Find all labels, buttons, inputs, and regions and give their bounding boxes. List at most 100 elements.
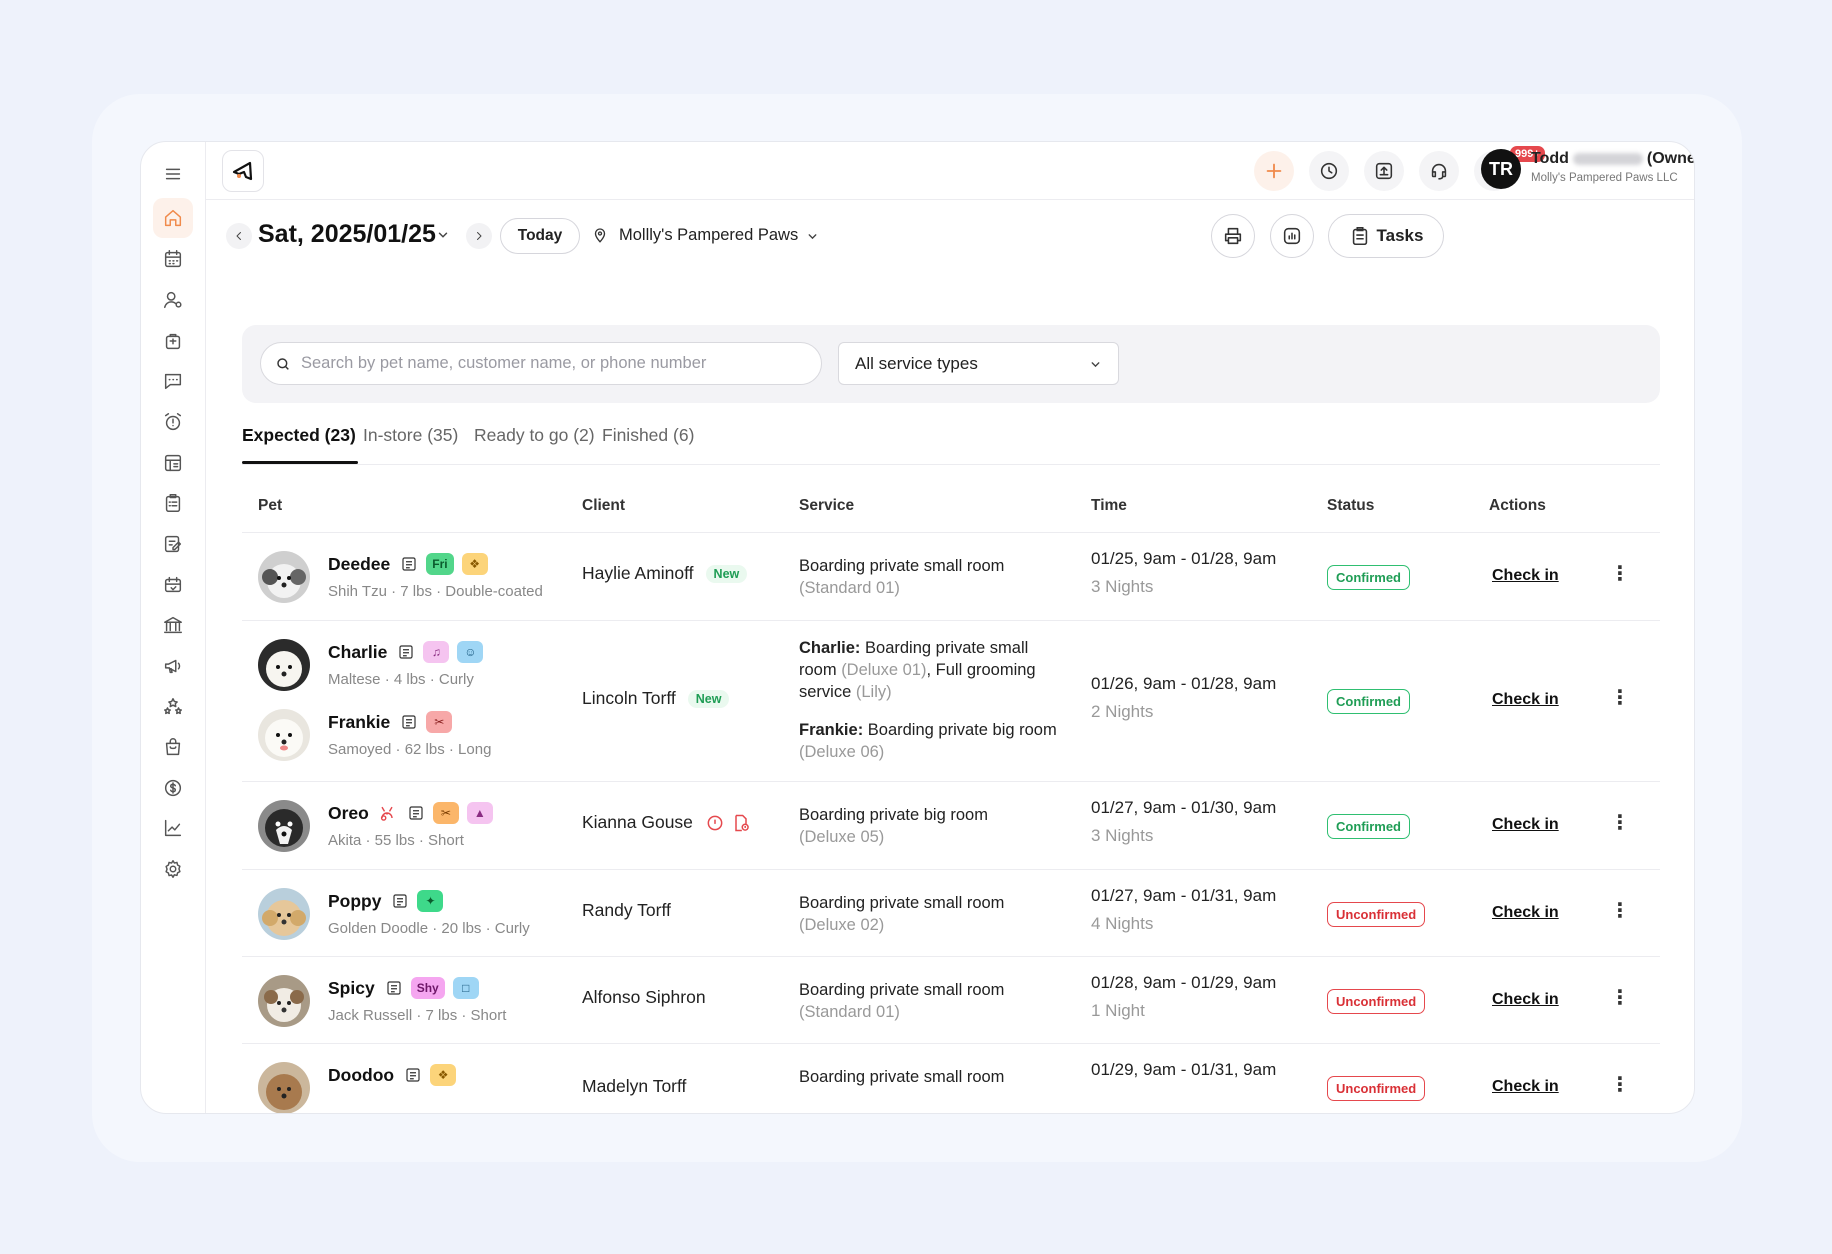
stats-button[interactable] — [1270, 214, 1314, 258]
table-row[interactable]: Doodoo ❖ Madelyn Torff Boarding private … — [242, 1044, 1660, 1113]
more-actions-icon[interactable]: ⋮ — [1610, 985, 1630, 1010]
more-actions-icon[interactable]: ⋮ — [1610, 898, 1630, 923]
sidebar-item-reminders[interactable] — [153, 402, 193, 442]
tab-ready-to-go[interactable]: Ready to go (2) — [474, 425, 595, 446]
client-name[interactable]: Kianna Gouse — [582, 812, 693, 833]
message-icon — [164, 373, 182, 390]
user-avatar[interactable]: TR — [1481, 149, 1521, 189]
more-actions-icon[interactable]: ⋮ — [1610, 1072, 1630, 1097]
sidebar-item-marketing[interactable] — [153, 646, 193, 686]
note-icon[interactable] — [400, 713, 418, 731]
note-icon[interactable] — [407, 804, 425, 822]
service-cell: Boarding private small room (Standard 01… — [799, 555, 1069, 599]
check-in-link[interactable]: Check in — [1492, 691, 1559, 709]
location-name: Mollly's Pampered Paws — [619, 225, 799, 244]
pet-name[interactable]: Doodoo ❖ — [328, 1064, 457, 1086]
pet-name[interactable]: Deedee Fri ❖ — [328, 553, 488, 575]
current-date[interactable]: Sat, 2025/01/25 — [258, 220, 436, 249]
active-tab-indicator — [242, 461, 358, 464]
print-button[interactable] — [1211, 214, 1255, 258]
pet-name[interactable]: Spicy Shy □ — [328, 977, 479, 999]
sidebar — [141, 142, 206, 1113]
tab-in-store[interactable]: In-store (35) — [363, 425, 458, 446]
check-in-link[interactable]: Check in — [1492, 816, 1559, 834]
sidebar-item-schedule[interactable] — [153, 565, 193, 605]
check-in-link[interactable]: Check in — [1492, 991, 1559, 1009]
client-name[interactable]: Madelyn Torff — [582, 1076, 686, 1097]
tasks-button[interactable]: Tasks — [1328, 214, 1444, 258]
more-actions-icon[interactable]: ⋮ — [1610, 561, 1630, 586]
sidebar-item-checklist[interactable] — [153, 483, 193, 523]
check-in-link[interactable]: Check in — [1492, 1078, 1559, 1096]
more-actions-icon[interactable]: ⋮ — [1610, 810, 1630, 835]
pet-info: Samoyed · 62 lbs · Long — [328, 741, 492, 758]
check-in-link[interactable]: Check in — [1492, 904, 1559, 922]
pet-tag: ♫ — [423, 641, 450, 663]
client-cell: Lincoln Torff New — [582, 688, 730, 709]
client-name[interactable]: Lincoln Torff — [582, 688, 676, 709]
support-button[interactable] — [1419, 151, 1459, 191]
note-icon[interactable] — [400, 555, 418, 573]
pet-name[interactable]: Poppy ✦ — [328, 890, 444, 912]
pet-info: Maltese · 4 lbs · Curly — [328, 671, 474, 688]
sidebar-item-retail[interactable] — [153, 727, 193, 767]
sidebar-item-reports[interactable] — [153, 808, 193, 848]
note-icon[interactable] — [404, 1066, 422, 1084]
client-name[interactable]: Haylie Aminoff — [582, 563, 694, 584]
time-cell: 01/28, 9am - 01/29, 9am 1 Night — [1091, 969, 1276, 1025]
schedule-icon — [164, 576, 182, 593]
time-range: 01/28, 9am - 01/29, 9am — [1091, 973, 1277, 992]
table-row[interactable]: Oreo ✂ ▲ Akita · 55 lbs · Short Kianna G… — [242, 782, 1660, 870]
sidebar-item-bank[interactable] — [153, 605, 193, 645]
date-dropdown-chevron-icon[interactable] — [436, 228, 450, 247]
client-name[interactable]: Alfonso Siphron — [582, 987, 706, 1008]
pet-name[interactable]: Frankie ✂ — [328, 711, 453, 733]
table-row[interactable]: Charlie ♫ ☺ Maltese · 4 lbs · Curly Fran… — [242, 621, 1660, 782]
table-row[interactable]: Poppy ✦ Golden Doodle · 20 lbs · Curly R… — [242, 870, 1660, 957]
service-cell: Boarding private small room (Deluxe 02) — [799, 892, 1069, 936]
app-logo[interactable] — [222, 150, 264, 192]
sidebar-item-home[interactable] — [153, 198, 193, 238]
search-input[interactable] — [301, 354, 781, 373]
edit-form-icon — [164, 535, 182, 553]
warning-circle-icon[interactable] — [705, 813, 725, 833]
service-name: Boarding private small room — [799, 981, 1005, 999]
menu-icon[interactable] — [153, 154, 193, 194]
table-row[interactable]: Spicy Shy □ Jack Russell · 7 lbs · Short… — [242, 957, 1660, 1044]
sidebar-item-bag[interactable] — [153, 321, 193, 361]
note-icon[interactable] — [385, 979, 403, 997]
sidebar-item-clients[interactable] — [153, 280, 193, 320]
more-actions-icon[interactable]: ⋮ — [1610, 685, 1630, 710]
upload-button[interactable] — [1364, 151, 1404, 191]
check-in-link[interactable]: Check in — [1492, 567, 1559, 585]
pet-name[interactable]: Oreo ✂ ▲ — [328, 802, 493, 824]
tab-finished[interactable]: Finished (6) — [602, 425, 694, 446]
note-icon[interactable] — [397, 643, 415, 661]
pet-name[interactable]: Charlie ♫ ☺ — [328, 641, 484, 663]
pet-tag: ✂ — [426, 711, 453, 733]
filter-bar: All service types — [242, 325, 1660, 403]
sidebar-item-store[interactable] — [153, 443, 193, 483]
table-row[interactable]: Deedee Fri ❖ Shih Tzu · 7 lbs · Double-c… — [242, 533, 1660, 621]
location-selector[interactable]: Mollly's Pampered Paws — [591, 218, 829, 252]
note-icon[interactable] — [391, 892, 409, 910]
document-alert-icon[interactable] — [731, 813, 751, 833]
table-header: Pet Client Service Time Status Actions — [242, 477, 1660, 533]
client-name[interactable]: Randy Torff — [582, 900, 671, 921]
today-button[interactable]: Today — [500, 218, 580, 254]
history-button[interactable] — [1309, 151, 1349, 191]
next-date-button[interactable] — [466, 223, 492, 249]
sidebar-item-messages[interactable] — [153, 361, 193, 401]
add-button[interactable] — [1254, 151, 1294, 191]
sidebar-item-forms[interactable] — [153, 524, 193, 564]
service-name: Boarding private big room — [799, 806, 988, 824]
service-type-select[interactable]: All service types — [838, 342, 1119, 385]
service-name: Boarding private small room — [799, 557, 1005, 575]
sidebar-item-reviews[interactable] — [153, 687, 193, 727]
prev-date-button[interactable] — [226, 223, 252, 249]
chevron-down-icon — [808, 234, 817, 240]
sidebar-item-payments[interactable] — [153, 768, 193, 808]
sidebar-item-calendar[interactable] — [153, 239, 193, 279]
tab-expected[interactable]: Expected (23) — [242, 425, 356, 446]
sidebar-item-settings[interactable] — [153, 849, 193, 889]
